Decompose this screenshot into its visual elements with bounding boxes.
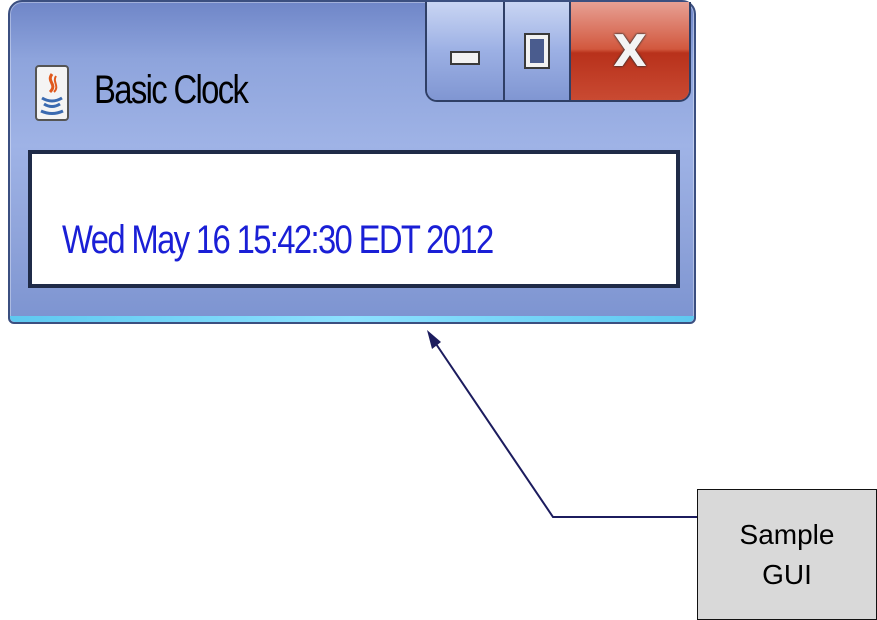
callout-line-2: GUI (762, 558, 812, 590)
sample-gui-callout: Sample GUI (697, 489, 877, 620)
callout-line-1: Sample (739, 518, 835, 550)
arrow-head-icon (427, 330, 441, 349)
